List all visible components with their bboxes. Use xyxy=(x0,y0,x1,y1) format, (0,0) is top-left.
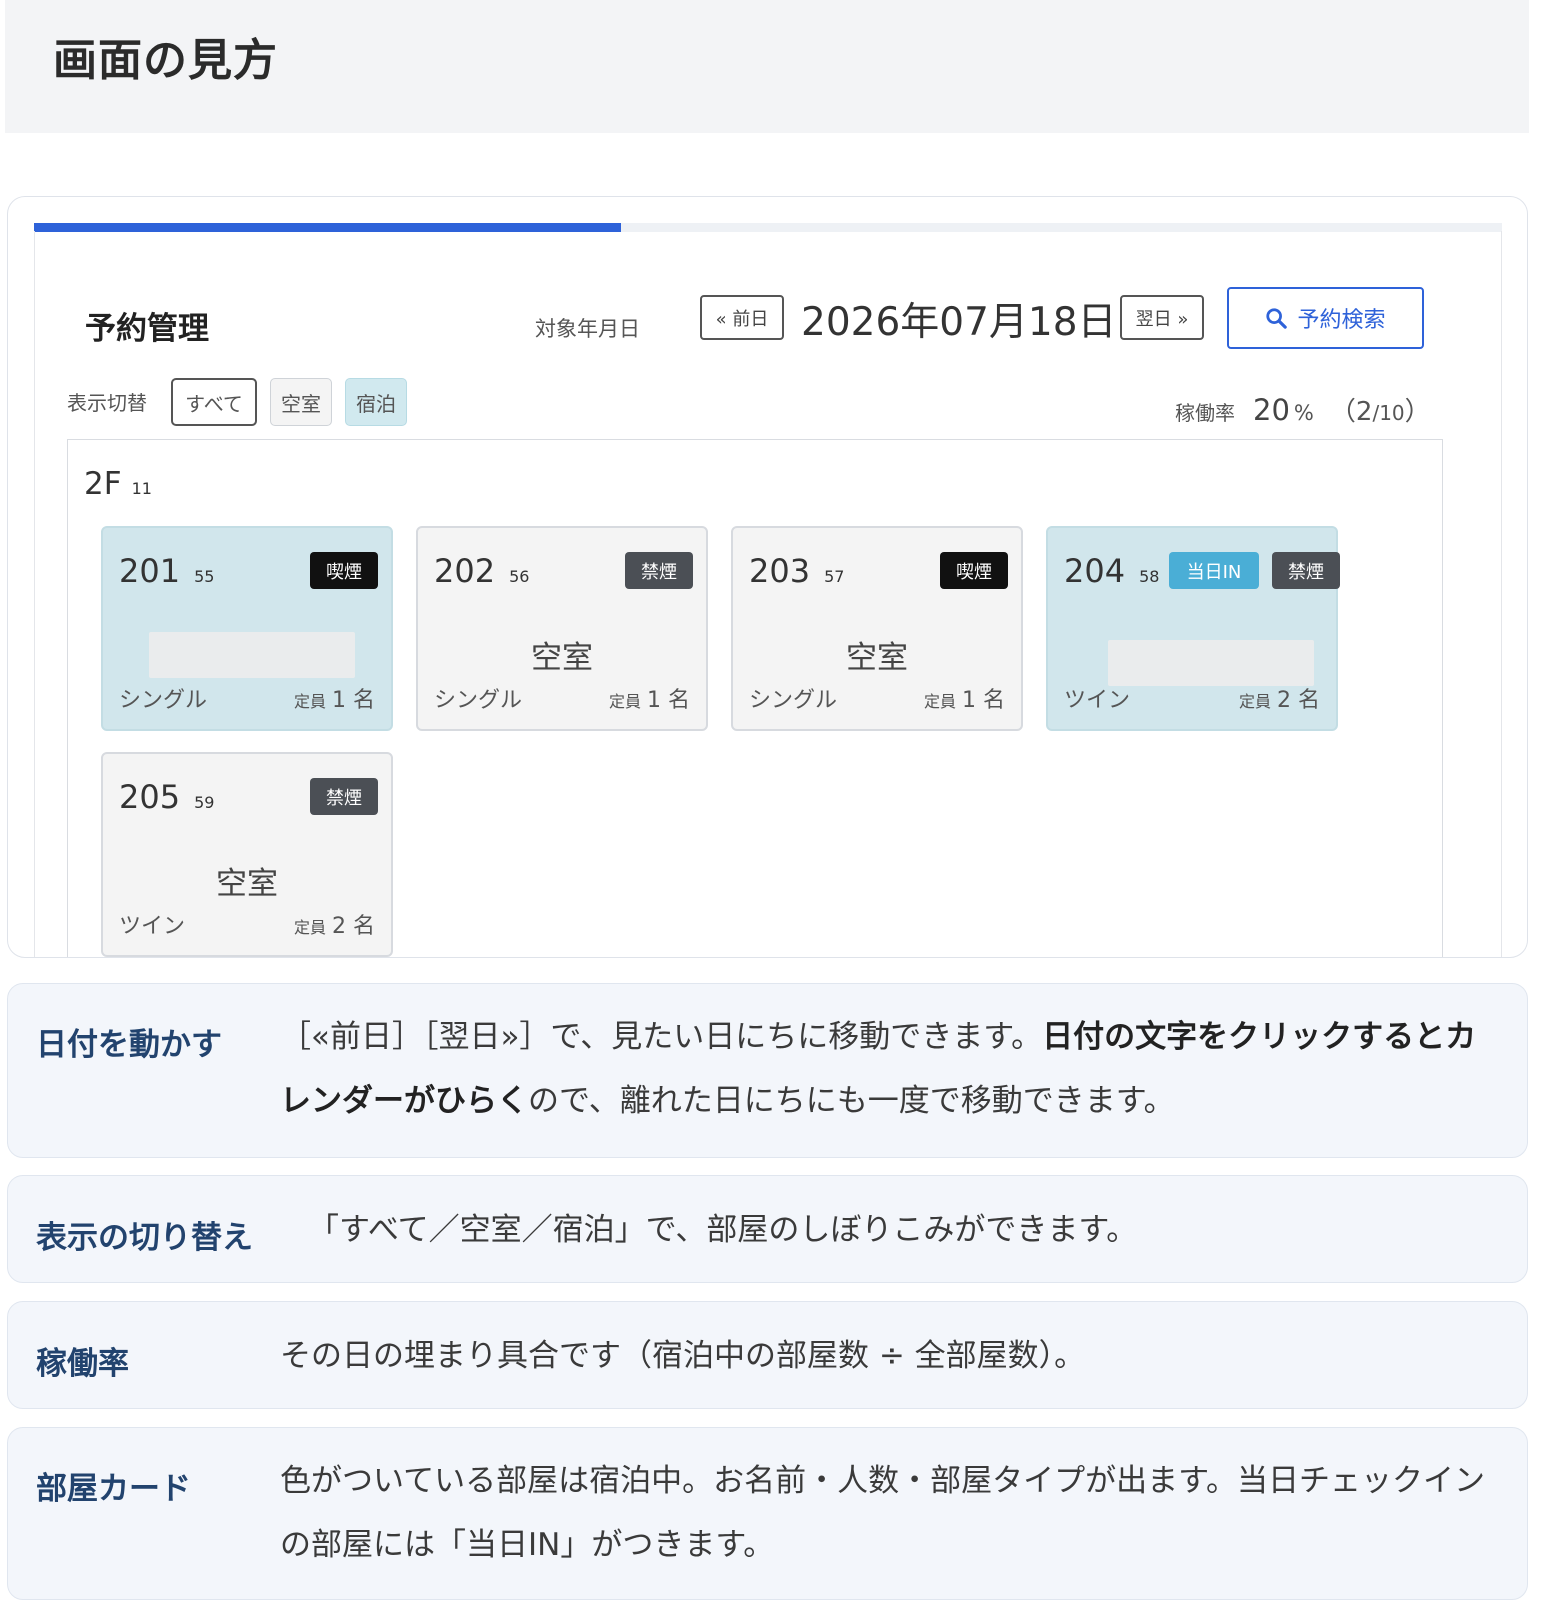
room-capacity: 定員 1 名 xyxy=(293,688,375,713)
occupancy-paren-close: ） xyxy=(1404,397,1431,427)
non-smoking-badge: 禁煙 xyxy=(1272,552,1340,589)
room-capacity: 定員 1 名 xyxy=(608,688,690,713)
room-id: 56 xyxy=(509,567,530,586)
room-id: 55 xyxy=(194,567,215,586)
info-room-card: 部屋カード 色がついている部屋は宿泊中。お名前・人数・部屋タイプが出ます。当日チ… xyxy=(7,1427,1528,1600)
room-type: シングル xyxy=(749,688,838,713)
room-status: 空室 xyxy=(216,866,278,902)
filter-vacant-chip[interactable]: 空室 xyxy=(270,378,332,426)
page-header: 画面の見方 xyxy=(5,0,1529,133)
room-type: ツイン xyxy=(119,914,186,939)
date-picker-text[interactable]: 2026年07月18日 xyxy=(801,291,1117,347)
filter-all-chip[interactable]: すべて xyxy=(171,378,257,426)
info-occupancy: 稼働率 その日の埋まり具合です（宿泊中の部屋数 ÷ 全部屋数）。 xyxy=(7,1301,1528,1409)
search-icon xyxy=(1266,308,1288,329)
reservation-search-button[interactable]: 予約検索 xyxy=(1227,287,1424,349)
room-card-205[interactable]: 205 59 禁煙 空室 ツイン 定員 2 名 xyxy=(101,752,393,957)
occupancy-label: 稼働率 xyxy=(1175,401,1235,425)
info-date-navigation: 日付を動かす ［«前日］［翌日»］で、見たい日にちに移動できます。日付の文字をク… xyxy=(7,983,1528,1158)
info-title: 日付を動かす xyxy=(36,1027,222,1063)
next-day-button[interactable]: 翌日 » xyxy=(1120,295,1204,340)
search-button-label: 予約検索 xyxy=(1297,308,1386,333)
room-number: 202 56 xyxy=(434,552,530,590)
occupancy-unit: % xyxy=(1293,401,1314,425)
info-title: 表示の切り替え xyxy=(36,1220,253,1256)
room-id: 58 xyxy=(1139,567,1160,586)
room-capacity: 定員 1 名 xyxy=(923,688,1005,713)
room-number: 203 57 xyxy=(749,552,845,590)
guest-name-redacted xyxy=(149,632,355,678)
room-card-203[interactable]: 203 57 喫煙 空室 シングル 定員 1 名 xyxy=(731,526,1023,731)
date-label: 対象年月日 xyxy=(535,317,640,341)
room-card-204[interactable]: 204 58 当日IN 禁煙 ツイン 定員 2 名 xyxy=(1046,526,1340,731)
app-frame: 予約管理 対象年月日 « 前日 2026年07月18日 翌日 » 予約検索 表示… xyxy=(34,231,1502,957)
non-smoking-badge: 禁煙 xyxy=(310,778,378,815)
smoking-badge: 喫煙 xyxy=(310,552,378,589)
page-title: 画面の見方 xyxy=(53,35,278,86)
info-filter: 表示の切り替え 「すべて／空室／宿泊」で、部屋のしぼりこみができます。 xyxy=(7,1175,1528,1283)
non-smoking-badge: 禁煙 xyxy=(625,552,693,589)
occupancy-occupied-count: 2 xyxy=(1355,397,1373,427)
room-type: ツイン xyxy=(1064,688,1131,713)
floor-label: 2F xyxy=(84,466,122,502)
room-type: シングル xyxy=(434,688,523,713)
info-body: その日の埋まり具合です（宿泊中の部屋数 ÷ 全部屋数）。 xyxy=(280,1338,1086,1374)
info-body: 「すべて／空室／宿泊」で、部屋のしぼりこみができます。 xyxy=(308,1212,1138,1248)
prev-day-button[interactable]: « 前日 xyxy=(700,295,784,340)
occupancy-paren-open: （ xyxy=(1329,397,1356,427)
filter-label: 表示切替 xyxy=(67,391,147,415)
guest-name-redacted xyxy=(1108,640,1314,686)
floor-room-count: 11 xyxy=(131,479,152,498)
screenshot-panel: 予約管理 対象年月日 « 前日 2026年07月18日 翌日 » 予約検索 表示… xyxy=(7,196,1528,958)
app-title: 予約管理 xyxy=(85,311,209,347)
occupancy-total-count: 10 xyxy=(1379,401,1405,425)
room-card-202[interactable]: 202 56 禁煙 空室 シングル 定員 1 名 xyxy=(416,526,708,731)
room-capacity: 定員 2 名 xyxy=(293,914,375,939)
filter-stay-chip[interactable]: 宿泊 xyxy=(345,378,407,426)
room-type: シングル xyxy=(119,688,208,713)
info-body: 色がついている部屋は宿泊中。お名前・人数・部屋タイプが出ます。当日チェックインの… xyxy=(280,1463,1485,1563)
room-status: 空室 xyxy=(846,640,908,676)
room-id: 57 xyxy=(824,567,845,586)
room-number: 204 58 xyxy=(1064,552,1160,590)
room-status: 空室 xyxy=(531,640,593,676)
info-title: 稼働率 xyxy=(36,1346,129,1382)
occupancy-rate: 稼働率 20% （2/10） xyxy=(1175,391,1431,428)
today-checkin-badge: 当日IN xyxy=(1169,552,1259,589)
room-capacity: 定員 2 名 xyxy=(1238,688,1320,713)
room-card-201[interactable]: 201 55 喫煙 シングル 定員 1 名 xyxy=(101,526,393,731)
room-number: 205 59 xyxy=(119,778,215,816)
floor-section: 2F 11 201 55 喫煙 シングル 定員 1 名 202 56 禁煙 空室 シング… xyxy=(67,439,1443,957)
room-number: 201 55 xyxy=(119,552,215,590)
info-body: ［«前日］［翌日»］で、見たい日にちに移動できます。日付の文字をクリックするとカ… xyxy=(280,1019,1477,1119)
floor-name: 2F 11 xyxy=(84,466,152,502)
info-title: 部屋カード xyxy=(36,1471,191,1507)
occupancy-value: 20 xyxy=(1253,393,1290,427)
smoking-badge: 喫煙 xyxy=(940,552,1008,589)
room-id: 59 xyxy=(194,793,215,812)
